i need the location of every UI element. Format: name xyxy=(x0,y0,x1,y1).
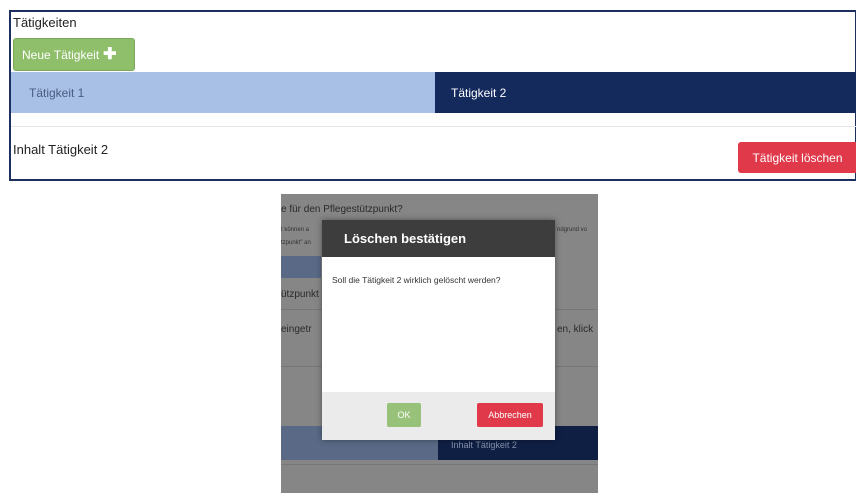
cancel-button[interactable]: Abbrechen xyxy=(477,403,543,427)
tab-activity-2[interactable]: Tätigkeit 2 xyxy=(435,72,856,113)
new-activity-label: Neue Tätigkeit xyxy=(22,47,100,62)
tab-activity-2-label: Tätigkeit 2 xyxy=(451,85,507,100)
cancel-button-label: Abbrechen xyxy=(488,410,532,420)
background-text-line: tzpunkt" an xyxy=(281,240,311,246)
background-divider xyxy=(281,464,598,465)
ok-button-label: OK xyxy=(397,410,411,420)
background-text-line: eingetr xyxy=(281,324,312,335)
background-tab xyxy=(281,256,321,278)
tab-activity-1-label: Tätigkeit 1 xyxy=(29,85,85,100)
activity-tabs: Tätigkeit 1 Tätigkeit 2 xyxy=(11,72,856,113)
dialog-footer: OK Abbrechen xyxy=(322,392,555,440)
plus-icon: ✚ xyxy=(103,45,117,63)
ok-button[interactable]: OK xyxy=(387,403,421,427)
delete-activity-label: Tätigkeit löschen xyxy=(752,150,843,165)
panel-title: Tätigkeiten xyxy=(13,15,77,30)
background-text-line: ndgrund vo xyxy=(557,227,588,233)
delete-activity-button[interactable]: Tätigkeit löschen xyxy=(738,142,856,173)
confirm-dialog: Löschen bestätigen Soll die Tätigkeit 2 … xyxy=(322,220,555,440)
background-text-line: ützpunkt xyxy=(281,289,319,300)
new-activity-button[interactable]: Neue Tätigkeit ✚ xyxy=(13,38,135,71)
background-tab-label: Inhalt Tätigkeit 2 xyxy=(451,440,517,450)
background-text-line: en, klick xyxy=(557,324,594,335)
delete-confirmation-screenshot: e für den Pflegestützpunkt? t können a n… xyxy=(281,194,598,493)
divider xyxy=(11,126,856,127)
tab-activity-1[interactable]: Tätigkeit 1 xyxy=(11,72,435,113)
activities-panel: Tätigkeiten Neue Tätigkeit ✚ Tätigkeit 1… xyxy=(9,10,856,181)
dialog-title: Löschen bestätigen xyxy=(344,231,467,246)
background-text-line: e für den Pflegestützpunkt? xyxy=(281,204,403,215)
background-text-line: t können a xyxy=(281,227,310,233)
dialog-header: Löschen bestätigen xyxy=(322,220,555,257)
tab-content-text: Inhalt Tätigkeit 2 xyxy=(13,142,109,157)
dialog-message: Soll die Tätigkeit 2 wirklich gelöscht w… xyxy=(332,275,501,285)
